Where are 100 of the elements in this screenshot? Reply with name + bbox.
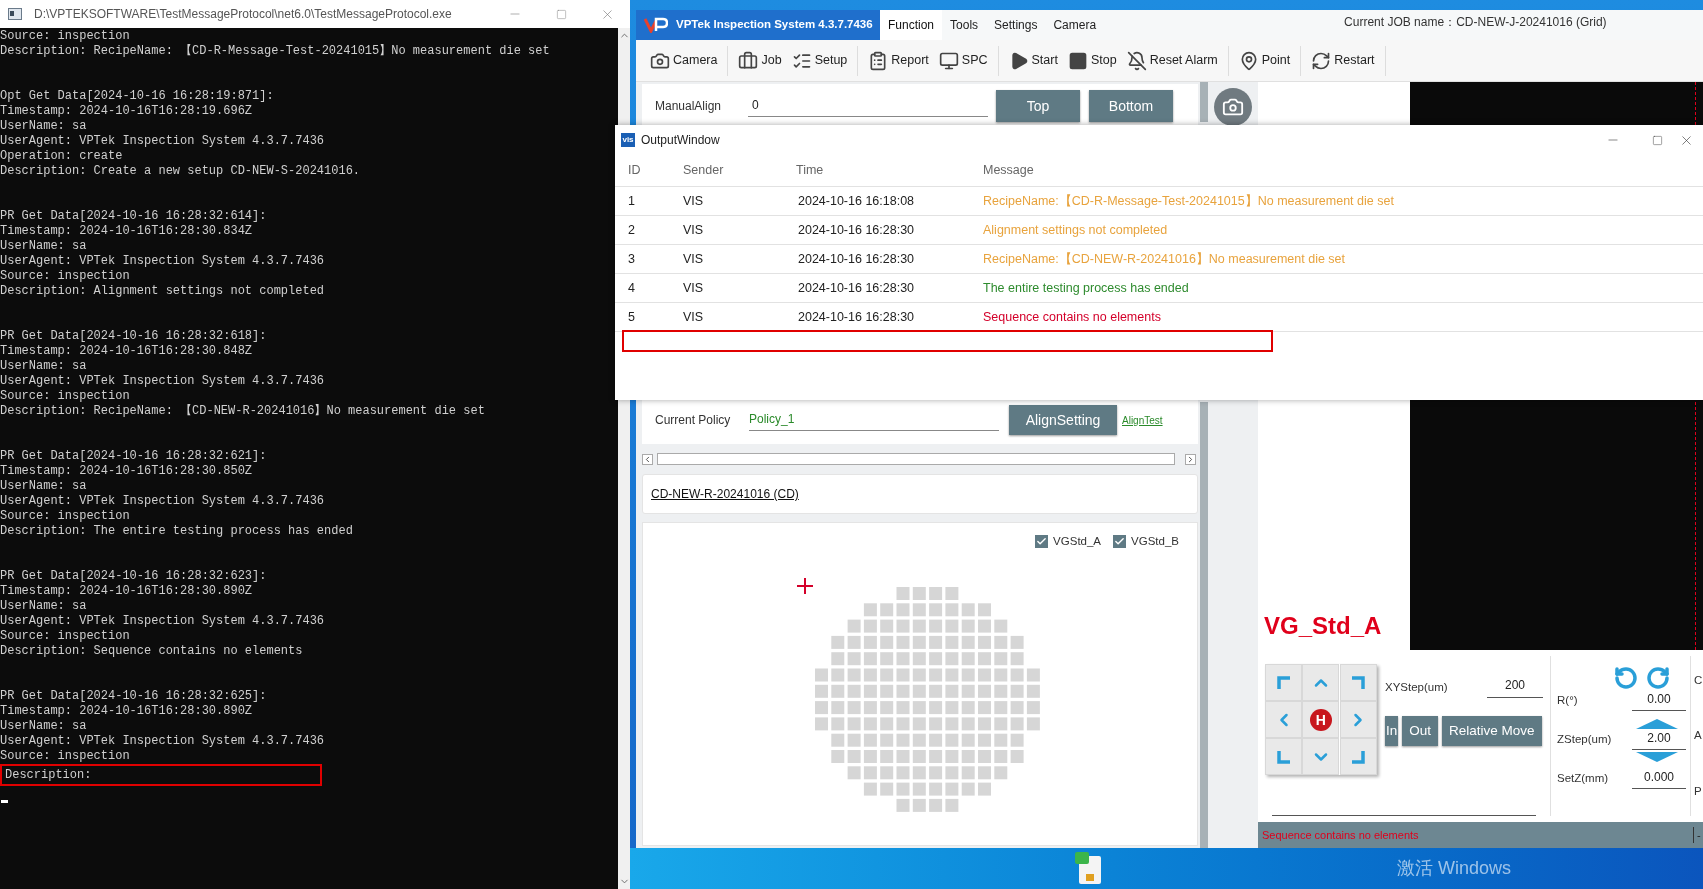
console-line: UserAgent: VPTek Inspection System 4.3.7.7436: [0, 374, 325, 389]
table-cell-text: VIS: [683, 250, 704, 268]
activation-watermark: 激活 Windows: [1396, 857, 1511, 880]
console-line: UserAgent: VPTek Inspection System 4.3.7.7436: [0, 614, 325, 629]
toolbar-button[interactable]: Report: [868, 45, 929, 76]
table-cell-text: 2024-10-16 16:28:30: [797, 221, 915, 239]
rotate-left-icon[interactable]: [1614, 666, 1638, 690]
table-cell-text: 2: [628, 221, 635, 239]
table-cell-text: RecipeName:【CD-NEW-R-20241016】No measurement die set: [983, 250, 1346, 268]
jog-button[interactable]: [1302, 664, 1340, 701]
console-line: UserAgent: VPTek Inspection System 4.3.7.7436: [0, 734, 325, 749]
console-line: Source: inspection: [0, 749, 130, 764]
input-field[interactable]: 0.000: [1632, 768, 1686, 789]
console-line: PR Get Data[2024-10-16 16:28:32:621]:: [0, 449, 267, 464]
field-label: XYStep(um): [1385, 679, 1448, 695]
input-field[interactable]: Policy_1: [749, 409, 999, 431]
toolbar-button[interactable]: Point: [1238, 45, 1291, 76]
console-line: Description: The entire testing process has ended: [0, 524, 353, 539]
monitor-icon: [938, 50, 959, 71]
table-cell-text: 2024-10-16 16:28:30: [797, 250, 915, 268]
toolbar-button[interactable]: Reset Alarm: [1126, 45, 1218, 76]
console-line: PR Get Data[2024-10-16 16:28:32:623]:: [0, 569, 267, 584]
console-line: Source: inspection: [0, 269, 130, 284]
toolbar-button[interactable]: Restart: [1311, 45, 1375, 76]
table-cell-text: 2024-10-16 16:28:30: [797, 279, 915, 297]
table-cell-text: 2024-10-16 16:18:08: [797, 192, 915, 210]
input-field[interactable]: 0: [748, 95, 988, 117]
toolbar-button[interactable]: Camera: [650, 45, 718, 76]
console-line: UserName: sa: [0, 479, 87, 494]
checkbox-label: VGStd_B: [1131, 534, 1179, 549]
checkbox[interactable]: [1113, 535, 1127, 549]
console-line: Timestamp: 2024-10-16T16:28:30.848Z: [0, 344, 253, 359]
menu-tab[interactable]: Camera: [1045, 10, 1105, 40]
align-test-link[interactable]: AlignTest: [1122, 412, 1163, 428]
scroll-left-icon[interactable]: [642, 453, 653, 465]
console-line: Timestamp: 2024-10-16T16:28:30.850Z: [0, 464, 253, 479]
motion-button[interactable]: In: [1385, 716, 1399, 746]
column-header: ID: [628, 162, 641, 180]
window-title: D:\VPTEKSOFTWARE\TestMessageProtocol\net6.0\TestMessageProtocol.exe: [34, 6, 452, 23]
console-line: Source: inspection: [0, 389, 130, 404]
console-line: Timestamp: 2024-10-16T16:28:19.696Z: [0, 104, 253, 119]
jog-button[interactable]: [1339, 664, 1377, 701]
console-line: PR Get Data[2024-10-16 16:28:32:614]:: [0, 209, 267, 224]
table-cell-text: Alignment settings not completed: [983, 221, 1168, 239]
console-line: UserAgent: VPTek Inspection System 4.3.7.7436: [0, 254, 325, 269]
motion-button[interactable]: Relative Move: [1442, 716, 1542, 746]
checkbox[interactable]: [1035, 535, 1049, 549]
jog-button[interactable]: [1339, 701, 1377, 738]
scroll-right-icon[interactable]: [1185, 453, 1196, 465]
vertical-scrollbar[interactable]: [1200, 402, 1208, 848]
horizontal-scrollbar[interactable]: [642, 452, 1198, 466]
jog-button[interactable]: [1265, 738, 1302, 775]
field-label: Current Policy: [655, 412, 732, 429]
jog-button[interactable]: [1339, 738, 1377, 775]
console-line: Opt Get Data[2024-10-16 16:28:19:871]:: [0, 89, 274, 104]
z-up-icon[interactable]: [1636, 719, 1678, 729]
table-cell-text: 2024-10-16 16:28:30: [797, 308, 915, 326]
column-header: Message: [983, 162, 1034, 180]
z-down-icon[interactable]: [1636, 752, 1678, 762]
console-line: Description: Sequence contains no elements: [0, 644, 303, 659]
input-field[interactable]: 2.00: [1632, 729, 1686, 750]
menu-tab[interactable]: Settings: [986, 10, 1046, 40]
toolbar-button[interactable]: Job: [738, 45, 782, 76]
column-header: Time: [796, 162, 824, 180]
logo-icon: [644, 17, 668, 33]
motion-button[interactable]: Out: [1402, 716, 1439, 746]
briefcase-icon: [738, 50, 759, 71]
table-cell-text: 5: [628, 308, 635, 326]
rotate-right-icon[interactable]: [1646, 666, 1670, 690]
jog-button[interactable]: H: [1302, 701, 1340, 738]
bell-off-icon: [1126, 50, 1147, 71]
recipe-link[interactable]: CD-NEW-R-20241016 (CD): [651, 485, 799, 503]
crosshair-icon: [797, 578, 813, 594]
vertical-scrollbar[interactable]: [1200, 82, 1208, 122]
console-line: PR Get Data[2024-10-16 16:28:32:618]:: [0, 329, 267, 344]
console-line: Description: Create a new setup CD-NEW-S-20241016.: [0, 164, 361, 179]
toolbar-button[interactable]: Setup: [791, 45, 848, 76]
table-cell-text: VIS: [683, 308, 704, 326]
jog-button[interactable]: [1265, 701, 1302, 738]
table-cell-text: VIS: [683, 192, 704, 210]
menu-tab[interactable]: Function: [880, 10, 943, 40]
document-icon[interactable]: [1075, 851, 1103, 886]
jog-button[interactable]: [1265, 664, 1302, 701]
status-message: Sequence contains no elements: [1262, 827, 1419, 843]
toolbar-button[interactable]: SPC: [938, 45, 988, 76]
menu-tab[interactable]: Tools: [942, 10, 987, 40]
console-line: Source: inspection: [0, 29, 130, 44]
input-field[interactable]: 0.00: [1632, 690, 1686, 711]
toolbar-button[interactable]: Start: [1008, 45, 1058, 76]
table-cell-text: VIS: [683, 279, 704, 297]
field-label: A: [1694, 728, 1702, 744]
action-button[interactable]: Top: [996, 90, 1080, 122]
window-title: OutputWindow: [641, 132, 720, 149]
action-button[interactable]: Bottom: [1089, 90, 1173, 122]
toolbar-button[interactable]: Stop: [1067, 45, 1117, 76]
input-field[interactable]: 200: [1487, 676, 1543, 698]
camera-icon: [1222, 96, 1244, 118]
align-setting-button[interactable]: AlignSetting: [1009, 405, 1117, 435]
jog-button[interactable]: [1302, 738, 1340, 775]
camera-button[interactable]: [1214, 88, 1252, 126]
